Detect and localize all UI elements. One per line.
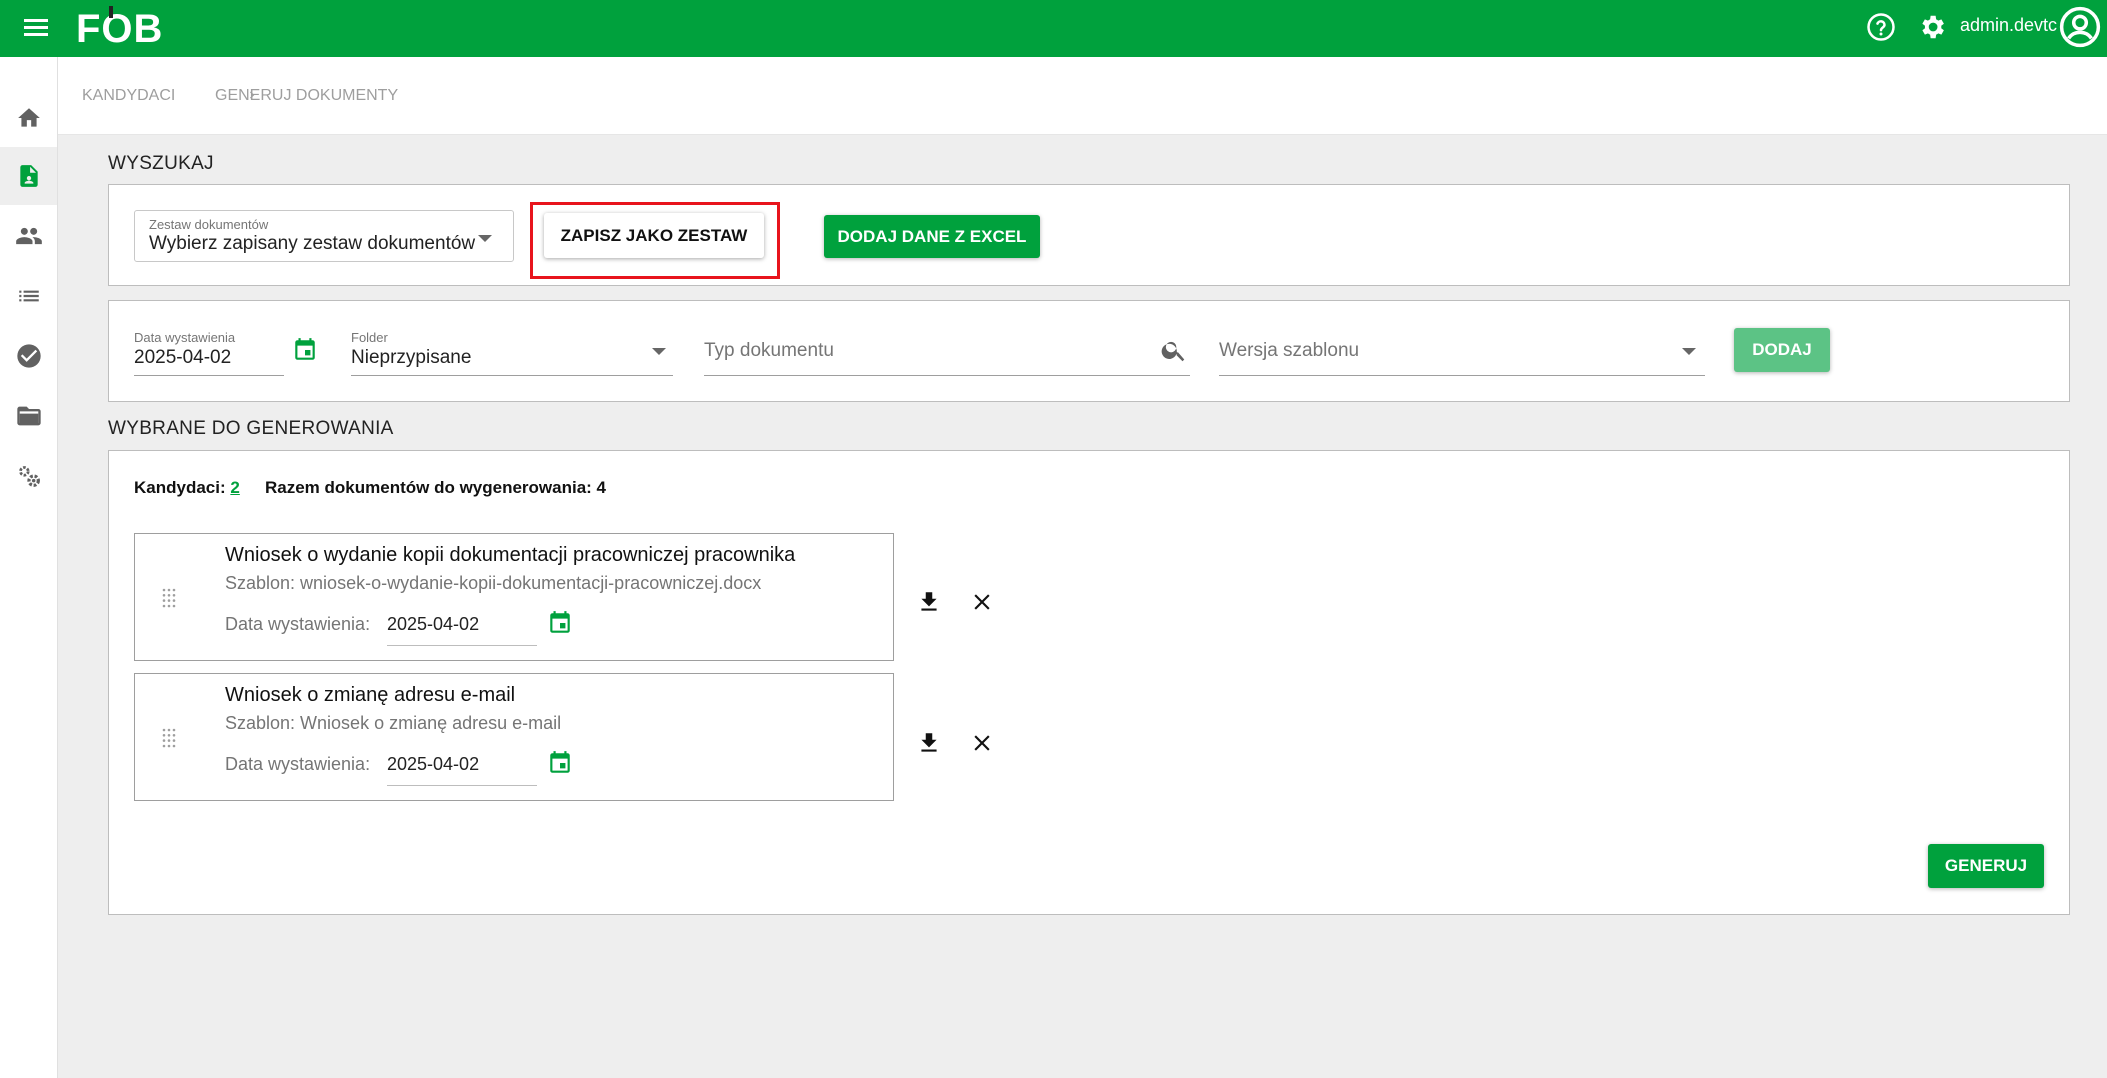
app-logo[interactable]: FOB bbox=[76, 6, 176, 51]
check-circle-icon bbox=[16, 344, 41, 368]
document-template: Szablon: Wniosek o zmianę adresu e-mail bbox=[225, 713, 562, 733]
candidates-count-link[interactable]: 2 bbox=[230, 478, 239, 497]
document-date-value: 2025-04-02 bbox=[387, 754, 480, 774]
issue-date-field[interactable]: Data wystawienia 2025-04-02 bbox=[134, 330, 284, 376]
document-title: Wniosek o zmianę adresu e-mail bbox=[225, 684, 516, 706]
search-section-title: WYSZUKAJ bbox=[108, 153, 214, 174]
logo-text: FOB bbox=[76, 7, 164, 51]
issue-date-label: Data wystawienia bbox=[134, 330, 236, 345]
document-set-label: Zestaw dokumentów bbox=[149, 217, 269, 232]
document-date-label: Data wystawienia: bbox=[225, 614, 371, 634]
add-excel-data-button[interactable]: DODAJ DANE Z EXCEL bbox=[824, 215, 1040, 258]
document-card: Wniosek o wydanie kopii dokumentacji pra… bbox=[134, 533, 894, 661]
gears-icon bbox=[18, 466, 40, 487]
sidebar-item-documents[interactable] bbox=[0, 147, 57, 205]
folder-select[interactable]: Folder Nieprzypisane bbox=[351, 330, 673, 376]
search-icon[interactable] bbox=[1160, 336, 1188, 364]
generate-button[interactable]: GENERUJ bbox=[1928, 844, 2044, 888]
sidebar-item-people[interactable] bbox=[0, 207, 57, 265]
document-card: Wniosek o zmianę adresu e-mail Szablon: … bbox=[134, 673, 894, 801]
document-person-icon bbox=[19, 165, 38, 187]
help-icon[interactable] bbox=[1866, 12, 1896, 42]
template-version-placeholder: Wersja szablonu bbox=[1219, 340, 1360, 361]
document-date-label: Data wystawienia: bbox=[225, 754, 371, 774]
top-app-bar: FOB admin.devtc bbox=[0, 0, 2107, 57]
breadcrumb: KANDYDACI GENERUJ DOKUMENTY bbox=[58, 57, 2107, 135]
sidebar-item-tasks[interactable] bbox=[0, 327, 57, 385]
sidebar-item-home[interactable] bbox=[0, 89, 57, 147]
total-documents-stat: Razem dokumentów do wygenerowania: 4 bbox=[265, 478, 607, 497]
dropdown-caret-icon bbox=[478, 235, 492, 242]
folder-open-icon bbox=[16, 406, 41, 426]
calendar-icon[interactable] bbox=[292, 337, 318, 363]
breadcrumb-item-generate-documents: GENERUJ DOKUMENTY bbox=[215, 87, 399, 104]
document-type-placeholder: Typ dokumentu bbox=[704, 340, 834, 361]
folder-label: Folder bbox=[351, 330, 388, 345]
sidebar-item-list[interactable] bbox=[0, 267, 57, 325]
user-name[interactable]: admin.devtc bbox=[1960, 15, 2057, 36]
download-icon[interactable] bbox=[916, 730, 942, 756]
sidebar-item-folders[interactable] bbox=[0, 387, 57, 445]
close-icon[interactable] bbox=[969, 730, 995, 756]
document-date-value: 2025-04-02 bbox=[387, 614, 480, 634]
close-icon[interactable] bbox=[969, 589, 995, 615]
dropdown-caret-icon bbox=[1682, 348, 1696, 355]
sidebar-item-admin-settings[interactable] bbox=[0, 447, 57, 505]
calendar-icon[interactable] bbox=[547, 750, 573, 776]
dropdown-caret-icon bbox=[652, 348, 666, 355]
selected-section-title: WYBRANE DO GENEROWANIA bbox=[108, 418, 394, 439]
download-icon[interactable] bbox=[916, 589, 942, 615]
document-set-select[interactable]: Zestaw dokumentów Wybierz zapisany zesta… bbox=[134, 210, 514, 262]
document-type-search-input[interactable]: Typ dokumentu bbox=[704, 330, 1190, 376]
settings-gear-icon[interactable] bbox=[1917, 12, 1947, 42]
candidates-count-stat: Kandydaci: 2 bbox=[134, 478, 240, 498]
people-icon bbox=[15, 227, 42, 245]
folder-value: Nieprzypisane bbox=[351, 347, 472, 368]
drag-handle-icon[interactable] bbox=[161, 728, 177, 748]
document-title: Wniosek o wydanie kopii dokumentacji pra… bbox=[225, 544, 796, 566]
document-date-input[interactable]: 2025-04-02 bbox=[387, 744, 537, 786]
breadcrumb-item-candidates[interactable]: KANDYDACI bbox=[82, 87, 175, 105]
document-set-value: Wybierz zapisany zestaw dokumentów bbox=[149, 233, 476, 254]
issue-date-value: 2025-04-02 bbox=[134, 347, 232, 368]
document-template: Szablon: wniosek-o-wydanie-kopii-dokumen… bbox=[225, 573, 762, 593]
account-avatar-icon[interactable] bbox=[2059, 6, 2101, 48]
drag-handle-icon[interactable] bbox=[161, 588, 177, 608]
home-icon bbox=[17, 108, 40, 127]
save-as-set-button[interactable]: ZAPISZ JAKO ZESTAW bbox=[544, 213, 764, 258]
add-button[interactable]: DODAJ bbox=[1734, 328, 1830, 372]
hamburger-menu-icon[interactable] bbox=[24, 15, 50, 41]
candidates-label: Kandydaci: bbox=[134, 478, 226, 497]
document-date-input[interactable]: 2025-04-02 bbox=[387, 604, 537, 646]
list-icon bbox=[18, 290, 39, 302]
sidebar bbox=[0, 57, 58, 1078]
template-version-select[interactable]: Wersja szablonu bbox=[1219, 330, 1705, 376]
calendar-icon[interactable] bbox=[547, 610, 573, 636]
